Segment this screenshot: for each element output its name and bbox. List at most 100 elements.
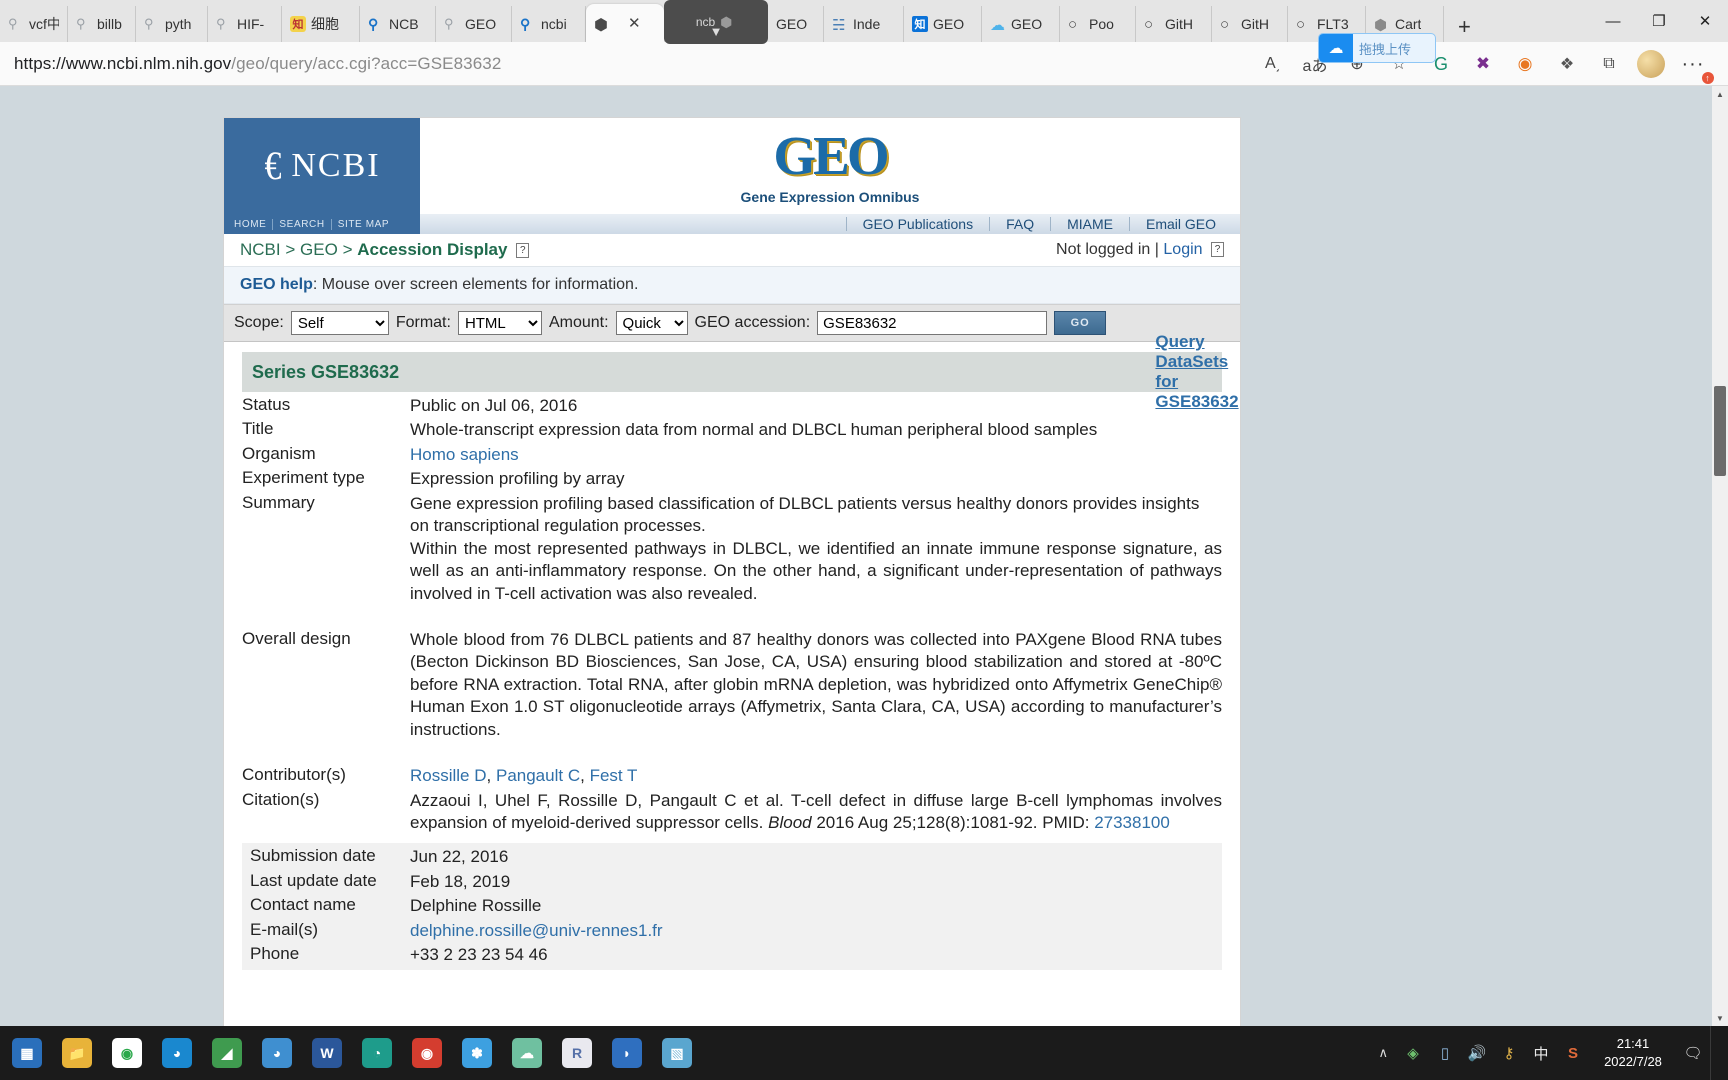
breadcrumb-geo[interactable]: GEO [300, 240, 338, 259]
tab-label: Cart [1395, 16, 1422, 32]
x-extension-icon[interactable]: ✖ [1464, 45, 1502, 83]
contributor-link[interactable]: Fest T [590, 766, 638, 785]
red-app-icon[interactable]: ◉ [402, 1026, 452, 1080]
tray-chevron-icon[interactable]: ∧ [1370, 1045, 1396, 1061]
nav-geo-publications[interactable]: GEO Publications [845, 217, 990, 231]
browser-tab[interactable]: ⚲ vcf中 [0, 6, 68, 42]
browser-tab[interactable]: ⚲ NCB [360, 6, 436, 42]
volume-icon[interactable]: 🔊 [1462, 1026, 1492, 1080]
tray-key-icon[interactable]: ⚷ [1494, 1026, 1524, 1080]
extension-upload-tooltip[interactable]: ☁ 拖拽上传 [1318, 33, 1436, 63]
sogou-icon[interactable]: S [1558, 1026, 1588, 1080]
browser-tab[interactable]: ⚲ GEO [436, 6, 512, 42]
clock[interactable]: 21:41 2022/7/28 [1590, 1035, 1676, 1070]
tray-monitor-icon[interactable]: ▯ [1430, 1026, 1460, 1080]
search-icon: ⚲ [520, 16, 531, 32]
contributor-link[interactable]: Rossille D [410, 766, 487, 785]
browser-tab[interactable]: ☵ Inde [824, 6, 904, 42]
chrome-icon[interactable]: ◉ [102, 1026, 152, 1080]
read-aloud-icon[interactable]: A͵ [1254, 45, 1292, 83]
firefox-dev-icon[interactable]: ◗ [602, 1026, 652, 1080]
format-select[interactable]: HTML [457, 311, 542, 335]
pmid-link[interactable]: 27338100 [1094, 813, 1170, 832]
cloud-app-icon[interactable]: ☁ [502, 1026, 552, 1080]
close-tab-icon[interactable]: ✕ [625, 14, 644, 32]
blue-app-icon[interactable]: ✽ [452, 1026, 502, 1080]
nav-faq[interactable]: FAQ [989, 217, 1050, 231]
collections-icon[interactable]: ⧉ [1590, 45, 1628, 83]
github-icon: ○ [1220, 16, 1230, 33]
teal-app-icon[interactable]: ◔ [352, 1026, 402, 1080]
browser-tab[interactable]: ⚲ ncbi [512, 6, 586, 42]
notification-icon[interactable]: 🗨 [1678, 1026, 1708, 1080]
new-tab-button[interactable]: + [1444, 16, 1485, 42]
email-link[interactable]: delphine.rossille@univ-rennes1.fr [410, 921, 663, 940]
browser-tab[interactable]: 知 细胞 [282, 6, 360, 42]
contact-field-table: Submission date Jun 22, 2016 Last update… [242, 845, 1222, 967]
go-button[interactable]: GO [1054, 311, 1107, 335]
login-link[interactable]: Login [1163, 241, 1202, 258]
ncbi-nav-left: HOME SEARCH SITE MAP [224, 214, 420, 234]
breadcrumb-ncbi[interactable]: NCBI [240, 240, 281, 259]
puzzle-extension-icon[interactable]: ❖ [1548, 45, 1586, 83]
browser-tab[interactable]: ⚲ pyth [136, 6, 208, 42]
accession-input[interactable] [817, 311, 1048, 335]
rstudio-icon[interactable]: R [552, 1026, 602, 1080]
nav-search[interactable]: SEARCH [273, 218, 332, 230]
contributor-link[interactable]: Pangault C [496, 766, 580, 785]
browser-tab-active[interactable]: ⬢ ✕ [586, 4, 664, 42]
windows-taskbar: ▦ 📁 ◉ ◕ ◢ ◕ W ◔ ◉ ✽ ☁ R ◗ ▧ ∧ ◈ ▯ 🔊 ⚷ 中 … [0, 1026, 1728, 1080]
nav-miame[interactable]: MIAME [1050, 217, 1129, 231]
contact-name-label: Contact name [250, 895, 356, 915]
tray-green-icon[interactable]: ◈ [1398, 1026, 1428, 1080]
page-scrollbar[interactable]: ▲ ▼ [1712, 86, 1728, 1026]
browser-tab[interactable]: 知 GEO [904, 6, 982, 42]
contributors-label: Contributor(s) [242, 765, 346, 785]
settings-more-icon[interactable]: ··· ↑ [1674, 45, 1714, 84]
maximize-button[interactable]: ❐ [1636, 0, 1682, 42]
show-desktop-button[interactable] [1710, 1026, 1718, 1080]
login-status: Not logged in [1056, 241, 1151, 258]
citation-journal: Blood [768, 813, 812, 832]
nav-email-geo[interactable]: Email GEO [1128, 217, 1232, 231]
ncbi-logo[interactable]: € NCBI [224, 118, 420, 214]
edge-icon[interactable]: ◕ [152, 1026, 202, 1080]
scope-select[interactable]: Self [290, 311, 389, 335]
address-bar[interactable]: https://www.ncbi.nlm.nih.gov/geo/query/a… [0, 42, 1728, 86]
nav-home[interactable]: HOME [228, 218, 274, 230]
query-datasets-link[interactable]: Query DataSets for GSE83632 [1155, 332, 1238, 411]
browser-tab[interactable]: ○ Poo [1060, 6, 1136, 42]
field-row-experiment-type: Experiment type Expression profiling by … [242, 467, 1222, 491]
word-icon[interactable]: W [302, 1026, 352, 1080]
breadcrumb-separator: > [285, 240, 296, 259]
ime-icon[interactable]: 中 [1526, 1026, 1556, 1080]
status-label: Status [242, 395, 291, 414]
file-explorer-icon[interactable]: 📁 [52, 1026, 102, 1080]
scroll-thumb[interactable] [1714, 386, 1726, 476]
browser-tab[interactable]: ○ GitH [1136, 6, 1212, 42]
status-value: Public on Jul 06, 2016 [410, 396, 578, 415]
browser-tab-dragging[interactable]: ncb ⬢ ▼ [664, 0, 768, 44]
login-help-icon[interactable]: ? [1211, 242, 1224, 257]
blue-doc-icon[interactable]: ▧ [652, 1026, 702, 1080]
minimize-button[interactable]: — [1590, 0, 1636, 42]
scroll-down-arrow[interactable]: ▼ [1712, 1010, 1728, 1026]
scroll-up-arrow[interactable]: ▲ [1712, 86, 1728, 102]
nav-site-map[interactable]: SITE MAP [332, 219, 395, 230]
close-window-button[interactable]: ✕ [1682, 0, 1728, 42]
url-text[interactable]: https://www.ncbi.nlm.nih.gov/geo/query/a… [14, 54, 501, 74]
orange-extension-icon[interactable]: ◉ [1506, 45, 1544, 83]
summary-label: Summary [242, 492, 315, 512]
help-icon[interactable]: ? [516, 243, 530, 258]
green-app-icon[interactable]: ◢ [202, 1026, 252, 1080]
browser-tab[interactable]: ☁ GEO [982, 6, 1060, 42]
amount-select[interactable]: Quick [615, 311, 688, 335]
browser-tab[interactable]: ⚲ HIF- [208, 6, 282, 42]
browser-tab[interactable]: ○ GitH [1212, 6, 1288, 42]
browser-tab[interactable]: GEO [768, 6, 824, 42]
start-icon[interactable]: ▦ [2, 1026, 52, 1080]
avatar[interactable] [1632, 45, 1670, 83]
browser-tab[interactable]: ⚲ billb [68, 6, 136, 42]
edge-dev-icon[interactable]: ◕ [252, 1026, 302, 1080]
organism-link[interactable]: Homo sapiens [410, 445, 519, 464]
